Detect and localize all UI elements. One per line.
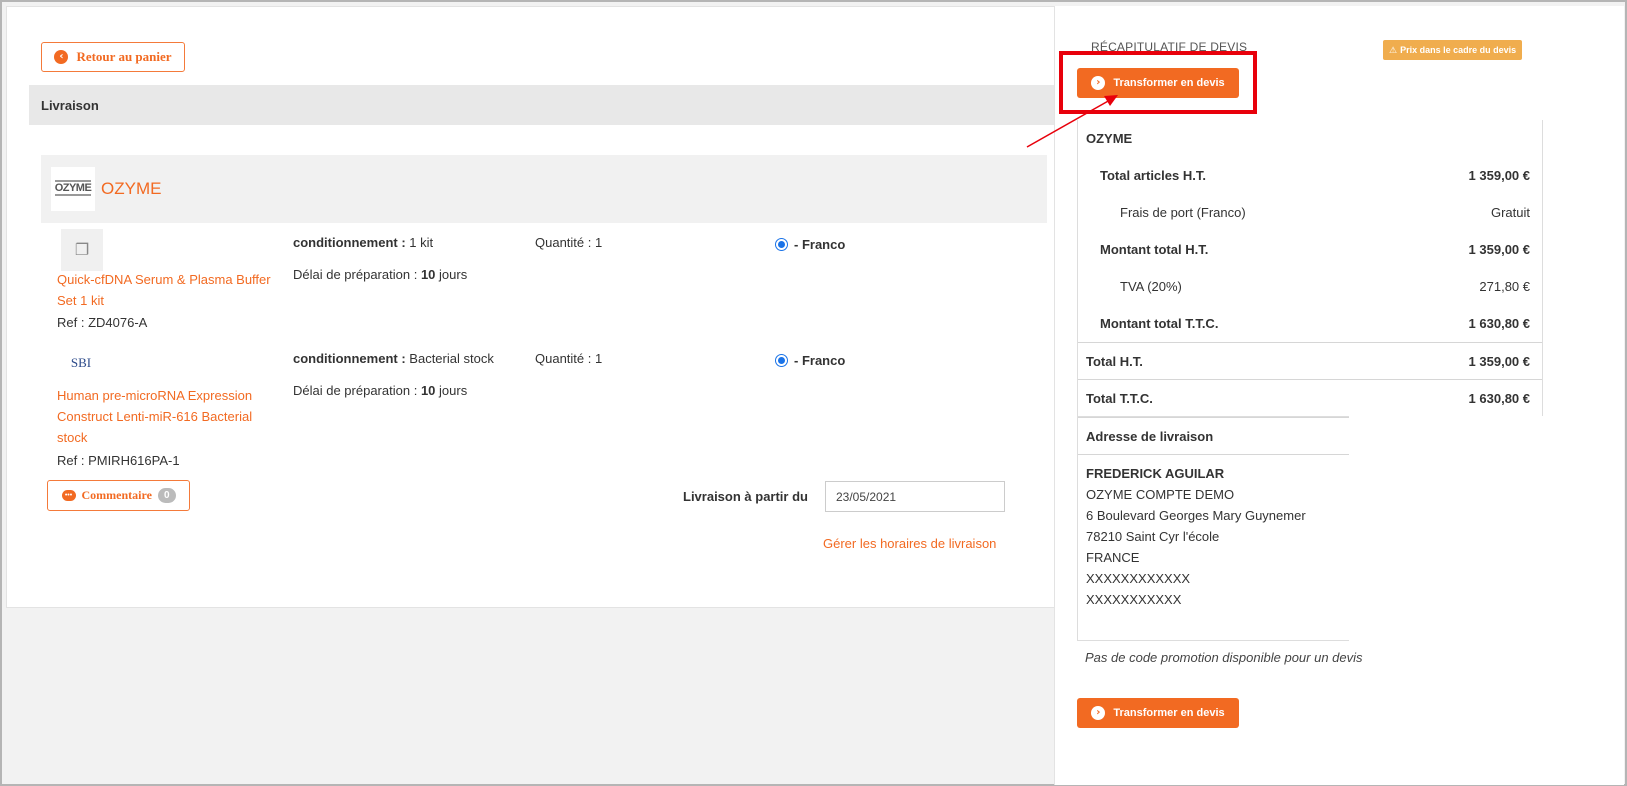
summary-row: Montant total H.T. 1 359,00 € — [1100, 242, 1530, 257]
address-title: Adresse de livraison — [1078, 417, 1349, 455]
transform-quote-button-bottom[interactable]: › Transformer en devis — [1077, 698, 1239, 728]
list-item: SBI Human pre-microRNA Expression Constr… — [41, 343, 1047, 473]
summary-row: Montant total T.T.C. 1 630,80 € — [1100, 316, 1530, 331]
address-line: OZYME COMPTE DEMO — [1086, 487, 1235, 502]
quantity: Quantité : 1 — [535, 235, 603, 250]
transform-quote-button-top[interactable]: › Transformer en devis — [1077, 68, 1239, 98]
price-warning-badge: ⚠ Prix dans le cadre du devis — [1383, 40, 1523, 60]
shipping-radio[interactable] — [775, 238, 788, 251]
image-placeholder-icon: ❐ — [61, 229, 103, 271]
total-ht-row: Total H.T. 1 359,00 € — [1078, 342, 1542, 379]
product-ref: Ref : PMIRH616PA-1 — [57, 453, 180, 468]
shipping-option[interactable]: - Franco — [775, 353, 845, 368]
packaging: conditionnement : 1 kit — [293, 235, 434, 250]
list-item: ❐ Quick-cfDNA Serum & Plasma Buffer Set … — [41, 227, 1047, 337]
warning-icon: ⚠ — [1389, 44, 1398, 55]
summary-table: OZYME Total articles H.T. 1 359,00 € Fra… — [1077, 120, 1543, 416]
window-frame: ‹ Retour au panier Livraison OZYME OZYME… — [0, 0, 1627, 786]
shipping-radio[interactable] — [775, 354, 788, 367]
address-line: 78210 Saint Cyr l'école — [1086, 529, 1220, 544]
summary-row: TVA (20%) 271,80 € — [1120, 279, 1530, 294]
back-to-cart-label: Retour au panier — [76, 49, 172, 64]
summary-supplier: OZYME — [1086, 131, 1133, 146]
delivery-panel: ‹ Retour au panier Livraison OZYME OZYME… — [6, 6, 1078, 608]
total-ttc-row: Total T.T.C. 1 630,80 € — [1078, 379, 1542, 416]
summary-row: Frais de port (Franco) Gratuit — [1120, 205, 1530, 220]
back-to-cart-button[interactable]: ‹ Retour au panier — [41, 42, 185, 72]
delivery-date-input[interactable] — [825, 481, 1005, 512]
shipping-option[interactable]: - Franco — [775, 237, 845, 252]
supplier-logo-sbi: SBI — [61, 349, 101, 377]
address-body: FREDERICK AGUILAR OZYME COMPTE DEMO 6 Bo… — [1078, 455, 1349, 640]
product-link[interactable]: Quick-cfDNA Serum & Plasma Buffer Set 1 … — [57, 269, 277, 311]
arrow-right-circle-icon: › — [1091, 76, 1106, 90]
supplier-bar: OZYME OZYME — [41, 155, 1047, 223]
arrow-right-circle-icon: › — [1091, 706, 1106, 720]
arrow-left-circle-icon: ‹ — [54, 50, 69, 64]
delivery-address: Adresse de livraison FREDERICK AGUILAR O… — [1077, 416, 1349, 641]
preparation-delay: Délai de préparation : 10 jours — [293, 267, 468, 282]
summary-row: Total articles H.T. 1 359,00 € — [1100, 168, 1530, 183]
delivery-from-label: Livraison à partir du — [683, 489, 808, 504]
address-name: FREDERICK AGUILAR — [1086, 466, 1225, 481]
comment-label: Commentaire — [81, 488, 152, 502]
address-line: FRANCE — [1086, 550, 1140, 565]
section-title: Livraison — [29, 85, 1059, 125]
address-line: XXXXXXXXXXXX — [1086, 571, 1191, 586]
supplier-name: OZYME — [101, 179, 162, 198]
product-link[interactable]: Human pre-microRNA Expression Construct … — [57, 385, 277, 448]
supplier-logo: OZYME — [51, 167, 95, 211]
quote-summary-panel: RÉCAPITULATIF DE DEVIS ⚠ Prix dans le ca… — [1054, 6, 1624, 785]
section-title-text: Livraison — [41, 97, 99, 113]
address-line: 6 Boulevard Georges Mary Guynemer — [1086, 508, 1306, 523]
comment-count-badge: 0 — [157, 488, 176, 503]
product-ref: Ref : ZD4076-A — [57, 315, 148, 330]
manage-hours-link[interactable]: Gérer les horaires de livraison — [823, 536, 996, 551]
address-line: XXXXXXXXXXX — [1086, 592, 1182, 607]
packaging: conditionnement : Bacterial stock — [293, 351, 494, 366]
promo-note: Pas de code promotion disponible pour un… — [1085, 650, 1363, 665]
quantity: Quantité : 1 — [535, 351, 603, 366]
comment-button[interactable]: ••• Commentaire 0 — [47, 480, 190, 511]
preparation-delay: Délai de préparation : 10 jours — [293, 383, 468, 398]
comment-icon: ••• — [61, 490, 76, 501]
